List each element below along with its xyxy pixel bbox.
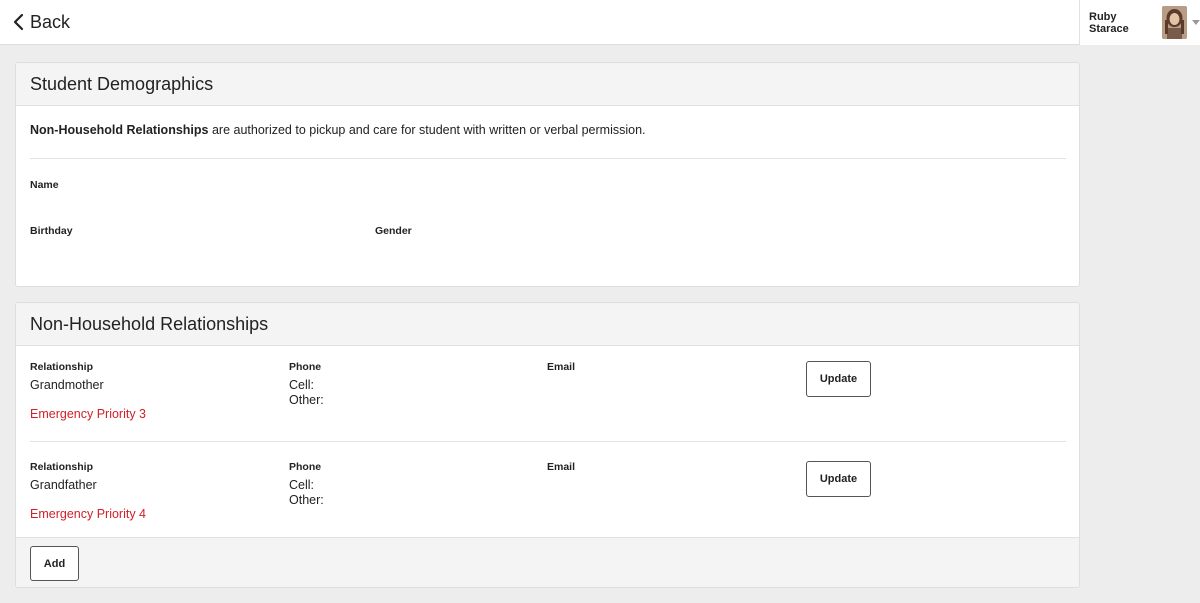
gender-label: Gender <box>375 225 412 237</box>
other-label: Other: <box>289 493 324 507</box>
note-bold: Non-Household Relationships <box>30 123 209 137</box>
other-label: Other: <box>289 393 324 407</box>
non-household-relationships-panel: Non-Household Relationships Relationship… <box>15 302 1080 588</box>
student-demographics-panel: Student Demographics Non-Household Relat… <box>15 62 1080 287</box>
user-name: Ruby Starace <box>1089 10 1129 35</box>
panel-title: Student Demographics <box>16 63 1079 106</box>
cell-label: Cell: <box>289 478 315 492</box>
cell-label: Cell: <box>289 378 315 392</box>
emergency-priority: Emergency Priority 4 <box>30 507 147 521</box>
back-button[interactable]: Back <box>12 10 70 34</box>
relationship-label: Relationship <box>30 461 94 473</box>
panel-footer: Add <box>16 537 1079 587</box>
divider <box>30 158 1066 159</box>
divider <box>30 441 1066 442</box>
panel-title: Non-Household Relationships <box>16 303 1079 346</box>
emergency-priority: Emergency Priority 3 <box>30 407 147 421</box>
phone-label: Phone <box>289 361 322 373</box>
add-button[interactable]: Add <box>30 546 79 581</box>
email-label: Email <box>547 361 576 373</box>
top-bar: Back Ruby Starace <box>0 0 1200 45</box>
email-label: Email <box>547 461 576 473</box>
phone-label: Phone <box>289 461 322 473</box>
user-menu[interactable]: Ruby Starace <box>1079 0 1200 45</box>
back-label: Back <box>30 11 71 32</box>
relationship-value: Grandfather <box>30 478 97 492</box>
note-text: are authorized to pickup and care for st… <box>208 123 646 137</box>
relationship-value: Grandmother <box>30 378 104 392</box>
relationship-note: Non-Household Relationships are authoriz… <box>30 123 646 137</box>
update-button[interactable]: Update <box>806 461 871 497</box>
avatar <box>1162 6 1188 39</box>
chevron-left-icon <box>13 13 24 31</box>
update-button[interactable]: Update <box>806 361 871 397</box>
name-label: Name <box>30 179 59 191</box>
birthday-label: Birthday <box>30 225 73 237</box>
relationship-label: Relationship <box>30 361 94 373</box>
chevron-down-icon <box>1192 19 1200 25</box>
